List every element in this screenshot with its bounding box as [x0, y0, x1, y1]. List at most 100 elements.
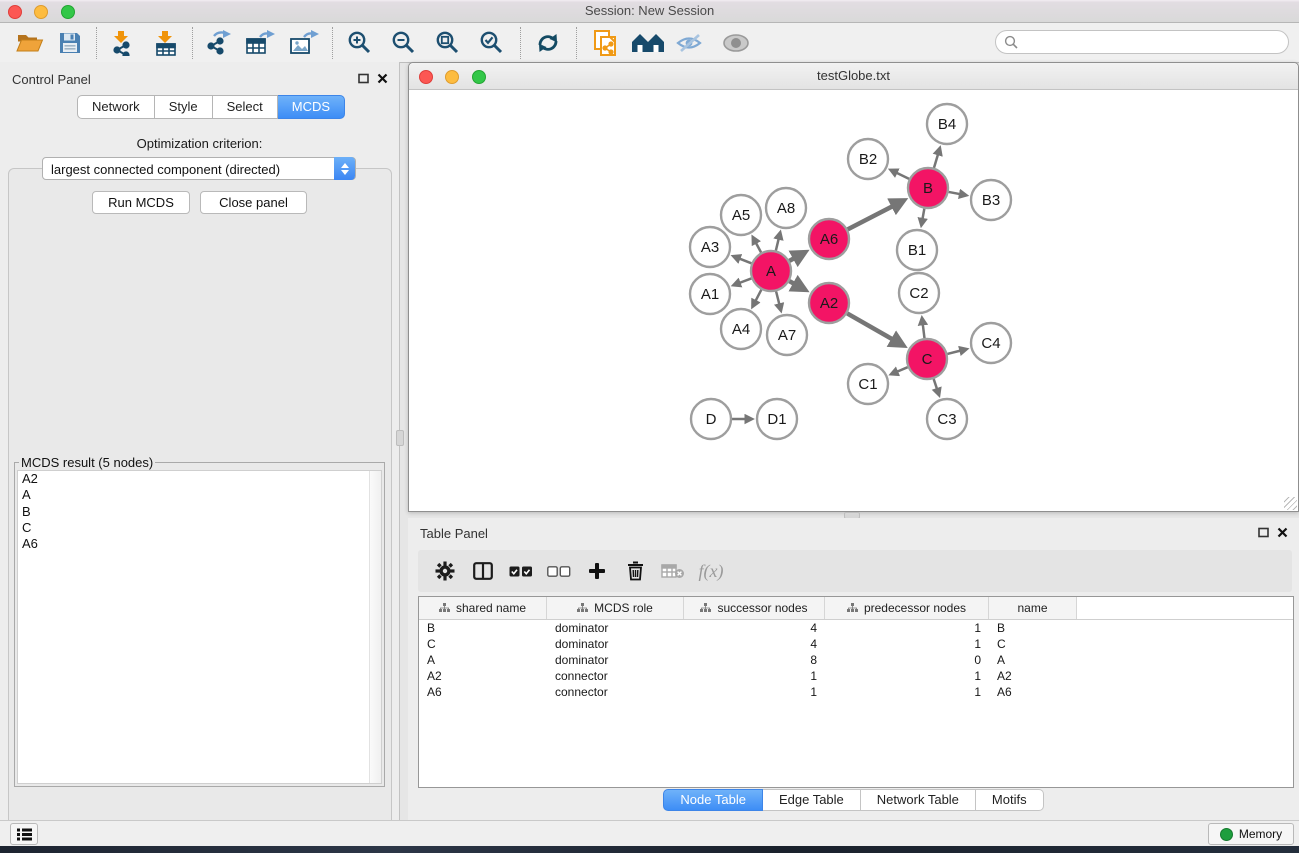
edge-A-A6[interactable] [789, 257, 796, 261]
table-row[interactable]: Cdominator41C [419, 636, 1293, 652]
tab-style[interactable]: Style [155, 95, 213, 119]
delete-table-button-disabled[interactable] [654, 563, 692, 579]
refresh-button[interactable] [530, 27, 566, 59]
memory-label: Memory [1239, 827, 1282, 841]
table-row[interactable]: Adominator80A [419, 652, 1293, 668]
network-from-selection-button[interactable] [588, 27, 624, 59]
mcds-result-item[interactable]: C [18, 520, 381, 536]
import-network-button[interactable] [104, 27, 140, 59]
float-panel-icon[interactable] [358, 73, 369, 84]
tab-network-table[interactable]: Network Table [861, 789, 976, 811]
mcds-result-item[interactable]: A [18, 487, 381, 503]
edge-B-B1[interactable] [922, 209, 924, 220]
show-all-button[interactable] [718, 27, 754, 59]
tab-edge-table[interactable]: Edge Table [763, 789, 861, 811]
function-builder-button[interactable]: f(x) [692, 561, 730, 582]
vertical-splitter-handle[interactable] [396, 430, 404, 446]
minimize-network-icon[interactable] [445, 70, 459, 84]
column-sort-tree-icon [847, 603, 858, 613]
close-network-icon[interactable] [419, 70, 433, 84]
delete-column-button[interactable] [616, 561, 654, 581]
edge-B-B2[interactable] [895, 172, 909, 179]
column-header-name[interactable]: name [989, 597, 1077, 619]
column-header-successor-nodes[interactable]: successor nodes [684, 597, 825, 619]
edge-A6-B[interactable] [848, 205, 895, 229]
edge-C-C1[interactable] [896, 367, 908, 372]
close-panel-icon[interactable] [377, 73, 388, 84]
edge-C-C3[interactable] [934, 379, 938, 390]
edge-A2-C[interactable] [847, 313, 894, 340]
save-session-button[interactable] [52, 27, 88, 59]
network-graph-canvas[interactable]: B4B2BB3A5A8A6B1A3AA1C2A2A4A7C4CC1C3DD1 [409, 90, 1296, 510]
export-table-button[interactable] [242, 27, 278, 59]
mcds-result-item[interactable]: A6 [18, 536, 381, 552]
select-all-rows-button[interactable] [502, 566, 540, 577]
table-row[interactable]: Bdominator41B [419, 620, 1293, 636]
memory-button[interactable]: Memory [1208, 823, 1294, 845]
zoom-selected-icon [479, 30, 505, 56]
deselect-all-rows-button[interactable] [540, 566, 578, 577]
edge-A-A5[interactable] [755, 242, 761, 253]
scrollbar[interactable] [369, 471, 381, 783]
window-resize-grip[interactable] [1284, 497, 1297, 510]
refresh-icon [535, 31, 561, 55]
node-table[interactable]: shared nameMCDS rolesuccessor nodesprede… [418, 596, 1294, 788]
export-image-button[interactable] [286, 27, 322, 59]
edge-C-C2[interactable] [923, 323, 925, 338]
columns-icon [473, 562, 493, 580]
mcds-result-list[interactable]: A2ABCA6 [17, 470, 382, 784]
tab-mcds[interactable]: MCDS [278, 95, 345, 119]
zoom-selected-button[interactable] [474, 27, 510, 59]
column-header-shared-name[interactable]: shared name [419, 597, 547, 619]
table-cell: 1 [825, 684, 989, 700]
column-header-predecessor-nodes[interactable]: predecessor nodes [825, 597, 989, 619]
table-cell: 8 [684, 652, 825, 668]
close-table-panel-icon[interactable] [1277, 527, 1288, 538]
edge-A-A1[interactable] [739, 278, 752, 283]
show-columns-button[interactable] [464, 562, 502, 580]
edge-A-A2[interactable] [789, 281, 796, 285]
gear-icon [435, 561, 455, 581]
network-view-window: testGlobe.txt B4B2BB3A5A8A6B1A3AA1C2A2A4… [408, 62, 1299, 512]
search-box[interactable] [995, 30, 1289, 54]
edge-B-B4[interactable] [934, 153, 938, 168]
table-settings-button[interactable] [426, 561, 464, 581]
zoom-in-button[interactable] [342, 27, 378, 59]
add-column-button[interactable] [578, 562, 616, 580]
mcds-result-item[interactable]: A2 [18, 471, 381, 487]
minimize-window-icon[interactable] [34, 5, 48, 19]
edge-A-A8[interactable] [776, 238, 779, 251]
open-session-button[interactable] [12, 27, 48, 59]
edge-A-A3[interactable] [738, 258, 751, 263]
column-header-MCDS-role[interactable]: MCDS role [547, 597, 684, 619]
mcds-result-item[interactable]: B [18, 504, 381, 520]
edge-C-C4[interactable] [947, 350, 961, 354]
graph-node-label: D [706, 411, 717, 428]
float-table-panel-icon[interactable] [1258, 527, 1269, 538]
show-panels-button[interactable] [10, 823, 38, 845]
graph-node-label: C2 [909, 285, 928, 302]
tab-network[interactable]: Network [77, 95, 155, 119]
home-reset-button[interactable] [630, 27, 666, 59]
table-cell: connector [547, 668, 684, 684]
zoom-out-button[interactable] [386, 27, 422, 59]
run-mcds-button[interactable]: Run MCDS [92, 191, 190, 214]
hide-selected-button[interactable] [672, 27, 708, 59]
tab-motifs[interactable]: Motifs [976, 789, 1044, 811]
table-row[interactable]: A6connector11A6 [419, 684, 1293, 700]
optimization-criterion-dropdown[interactable]: largest connected component (directed) [42, 157, 356, 180]
export-network-button[interactable] [200, 27, 236, 59]
edge-A-A7[interactable] [776, 291, 780, 305]
search-input[interactable] [1018, 34, 1262, 51]
close-panel-button[interactable]: Close panel [200, 191, 307, 214]
edge-A-A4[interactable] [755, 290, 761, 302]
table-row[interactable]: A2connector11A2 [419, 668, 1293, 684]
tab-node-table[interactable]: Node Table [663, 789, 763, 811]
import-table-button[interactable] [148, 27, 184, 59]
maximize-network-icon[interactable] [472, 70, 486, 84]
tab-select[interactable]: Select [213, 95, 278, 119]
close-window-icon[interactable] [8, 5, 22, 19]
edge-B-B3[interactable] [949, 192, 961, 194]
maximize-window-icon[interactable] [61, 5, 75, 19]
zoom-fit-button[interactable] [430, 27, 466, 59]
